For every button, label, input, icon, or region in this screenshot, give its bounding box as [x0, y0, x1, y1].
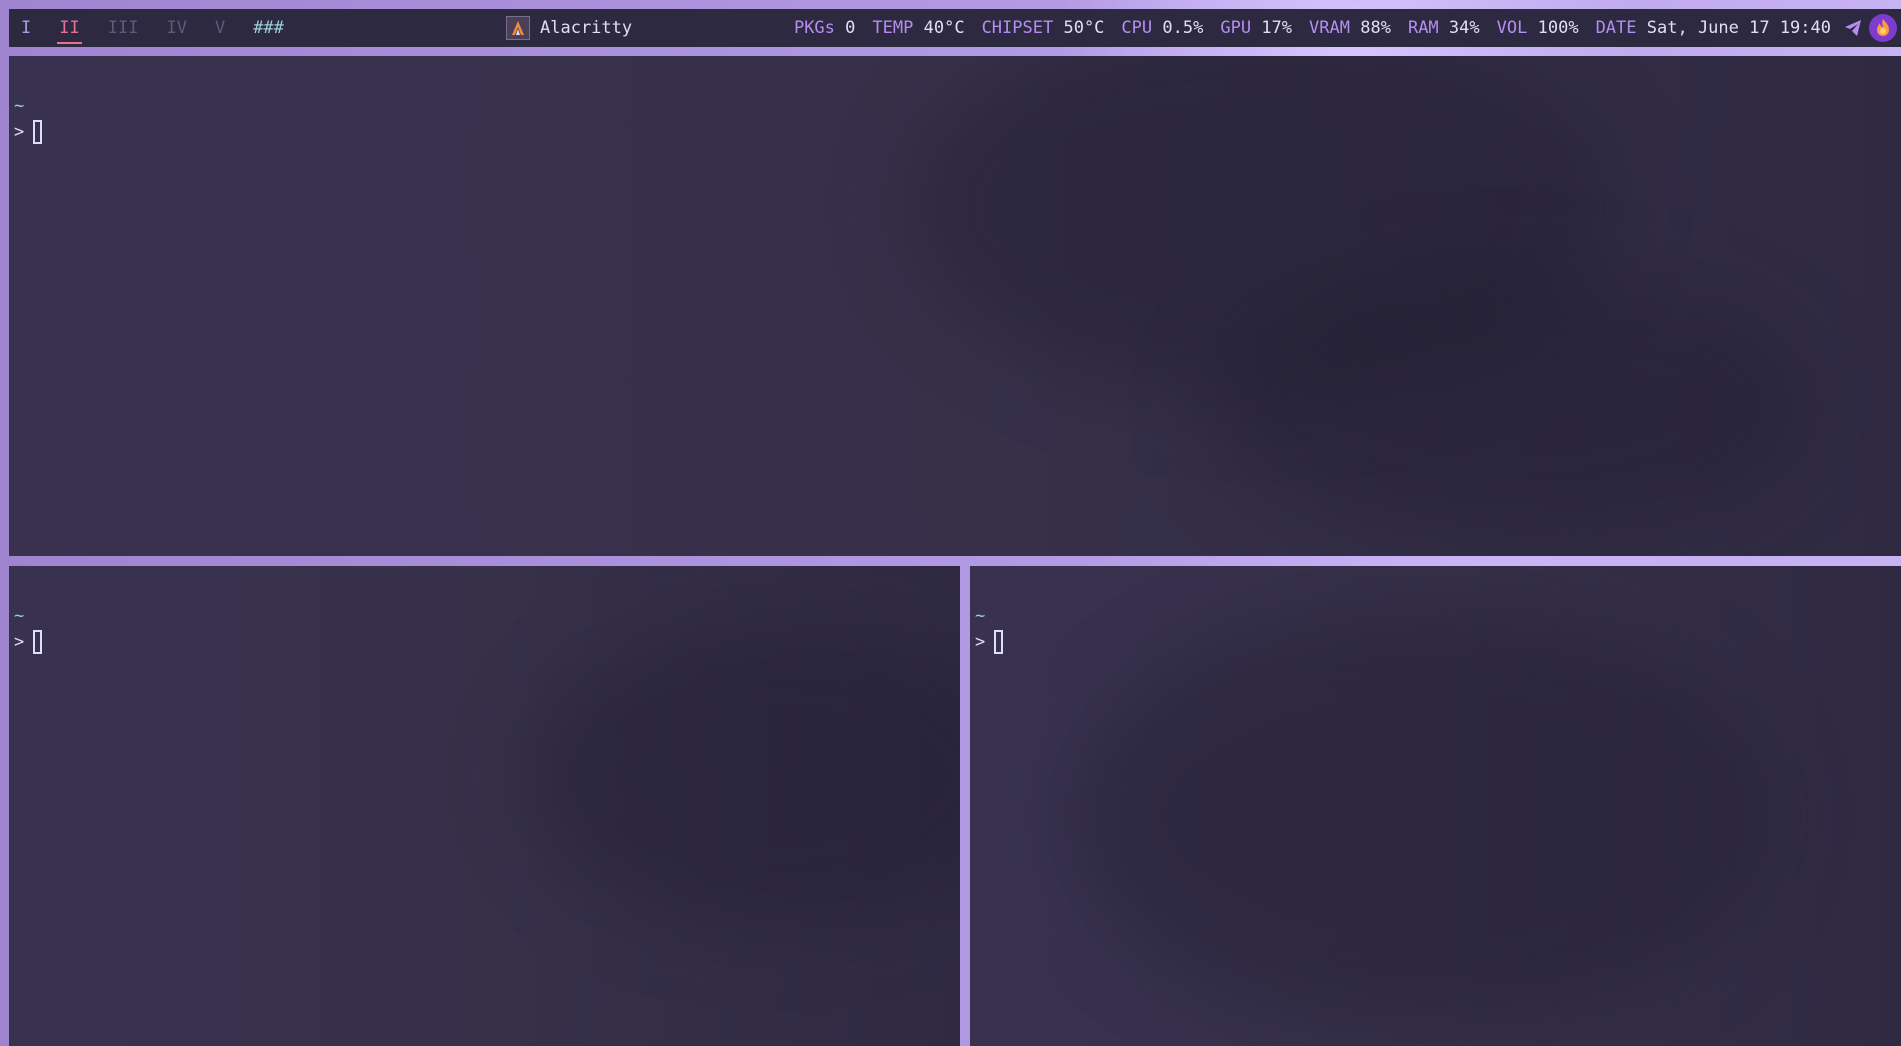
current-directory: ~ — [975, 606, 986, 626]
stat-date: DATE Sat, June 17 19:40 — [1595, 18, 1831, 38]
wallpaper-shadow — [529, 626, 960, 926]
text-cursor — [33, 630, 43, 654]
focused-window: Alacritty — [506, 9, 632, 47]
firefox-icon[interactable] — [1869, 14, 1897, 42]
alacritty-icon — [506, 16, 530, 40]
stat-pkgs: PKGs 0 — [793, 18, 856, 38]
current-directory: ~ — [14, 606, 25, 626]
current-directory: ~ — [14, 96, 25, 116]
text-cursor — [994, 630, 1004, 654]
prompt-symbol: > — [975, 632, 986, 652]
stat-cpu: CPU 0.5% — [1121, 18, 1204, 38]
workspace-3[interactable]: III — [94, 9, 153, 47]
stat-vram: VRAM 88% — [1309, 18, 1391, 38]
wallpaper-shadow — [1209, 276, 1809, 536]
stat-chipset: CHIPSET 50°C — [981, 18, 1105, 38]
stat-gpu: GPU 17% — [1220, 18, 1293, 38]
layout-indicator[interactable]: ### — [239, 9, 298, 47]
stat-volume[interactable]: VOL 100% — [1497, 18, 1579, 38]
workspace-5[interactable]: V — [201, 9, 239, 47]
telegram-icon[interactable] — [1841, 16, 1865, 40]
wallpaper-shadow — [1070, 606, 1770, 1026]
text-cursor — [33, 120, 43, 144]
top-bar: I II III IV V ### Alacritty PKGs 0 TEMP … — [9, 9, 1901, 47]
workspace-list: I II III IV V ### — [9, 9, 298, 47]
terminal-bottom-right[interactable]: ~ > — [970, 566, 1901, 1046]
shell-prompt: > — [14, 630, 43, 654]
workspace-4[interactable]: IV — [152, 9, 200, 47]
terminal-bottom-left[interactable]: ~ > — [9, 566, 960, 1046]
stat-ram: RAM 34% — [1407, 18, 1480, 38]
shell-prompt: > — [14, 120, 43, 144]
prompt-symbol: > — [14, 122, 25, 142]
window-title: Alacritty — [540, 18, 633, 38]
status-area: PKGs 0 TEMP 40°C CHIPSET 50°C CPU 0.5% G… — [794, 9, 1901, 47]
shell-prompt: > — [975, 630, 1004, 654]
terminal-top[interactable]: ~ > — [9, 56, 1901, 556]
workspace-1[interactable]: I — [9, 9, 45, 47]
stat-temp: TEMP 40°C — [872, 18, 965, 38]
workspace-2[interactable]: II — [45, 9, 93, 47]
prompt-symbol: > — [14, 632, 25, 652]
